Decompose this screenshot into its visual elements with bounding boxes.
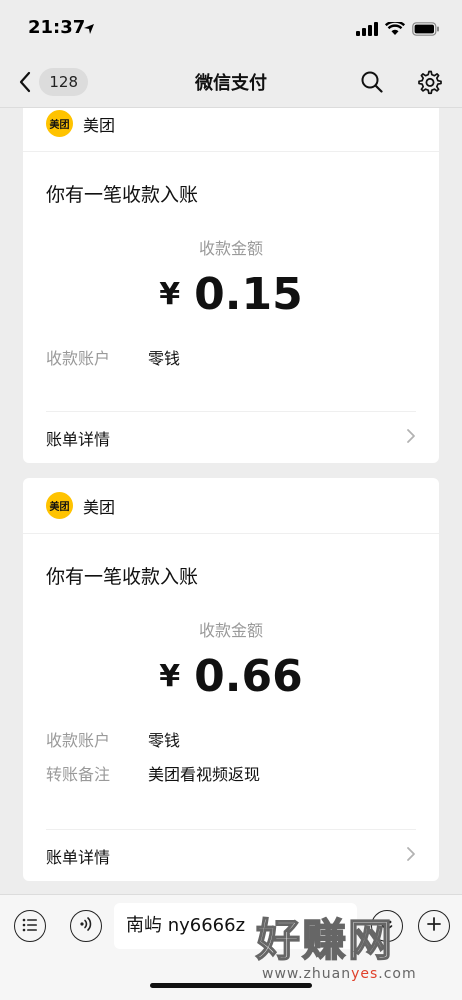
status-time: 21:37 xyxy=(28,17,86,38)
amount-value: 0.66 xyxy=(194,651,303,702)
voice-icon xyxy=(78,916,94,936)
wifi-icon xyxy=(384,20,406,40)
plus-icon xyxy=(426,916,442,936)
meituan-logo: 美团 xyxy=(46,110,73,137)
status-icons xyxy=(356,20,440,40)
message-input[interactable]: 南屿 ny6666z xyxy=(114,903,357,949)
info-value: 美团看视频返现 xyxy=(148,765,261,784)
bill-detail-label: 账单详情 xyxy=(46,847,111,867)
gear-icon[interactable] xyxy=(416,69,442,95)
payment-card[interactable]: 美团 美团 你有一笔收款入账 收款金额 ¥0.66 收款账户 零钱 转账备注 美… xyxy=(23,478,439,881)
chevron-right-icon xyxy=(406,428,416,448)
info-key: 收款账户 xyxy=(46,731,111,750)
info-value: 零钱 xyxy=(148,349,181,368)
card-title: 你有一笔收款入账 xyxy=(46,184,199,206)
search-icon[interactable] xyxy=(360,70,384,94)
info-value: 零钱 xyxy=(148,731,181,750)
currency-symbol: ¥ xyxy=(159,277,181,312)
amount-row: ¥0.15 xyxy=(23,267,439,327)
info-key: 转账备注 xyxy=(46,765,111,784)
message-list[interactable]: 美团 美团 你有一笔收款入账 收款金额 ¥0.15 收款账户 零钱 账单详情 美… xyxy=(0,108,462,894)
card-header: 美团 美团 xyxy=(23,478,439,534)
merchant-name: 美团 xyxy=(83,497,116,517)
info-row-remark: 转账备注 美团看视频返现 xyxy=(23,761,439,785)
card-header: 美团 美团 xyxy=(23,108,439,152)
signal-icon xyxy=(356,21,378,40)
location-arrow-icon xyxy=(83,20,95,39)
merchant-name: 美团 xyxy=(83,115,116,135)
amount-label: 收款金额 xyxy=(198,621,263,640)
menu-button[interactable] xyxy=(14,910,46,942)
more-button[interactable] xyxy=(418,910,450,942)
info-row-account: 收款账户 零钱 xyxy=(23,345,439,369)
currency-symbol: ¥ xyxy=(159,659,181,694)
battery-icon xyxy=(412,21,440,40)
emoji-icon xyxy=(378,915,396,937)
page-title: 微信支付 xyxy=(195,73,267,94)
info-key: 收款账户 xyxy=(46,349,111,368)
home-indicator xyxy=(150,983,312,988)
info-row-account: 收款账户 零钱 xyxy=(23,727,439,751)
nav-bar: 128 微信支付 xyxy=(0,56,462,108)
amount-row: ¥0.66 xyxy=(23,649,439,709)
bill-detail-link[interactable]: 账单详情 xyxy=(46,829,416,881)
bill-detail-label: 账单详情 xyxy=(46,429,111,449)
payment-card[interactable]: 美团 美团 你有一笔收款入账 收款金额 ¥0.15 收款账户 零钱 账单详情 xyxy=(23,108,439,463)
voice-button[interactable] xyxy=(70,910,102,942)
meituan-logo: 美团 xyxy=(46,492,73,519)
menu-list-icon xyxy=(22,917,38,936)
amount-value: 0.15 xyxy=(194,269,303,320)
amount-label: 收款金额 xyxy=(198,239,263,258)
chevron-right-icon xyxy=(406,846,416,866)
card-title: 你有一笔收款入账 xyxy=(46,566,199,588)
status-bar: 21:37 xyxy=(0,0,462,56)
emoji-button[interactable] xyxy=(371,910,403,942)
bill-detail-link[interactable]: 账单详情 xyxy=(46,411,416,463)
